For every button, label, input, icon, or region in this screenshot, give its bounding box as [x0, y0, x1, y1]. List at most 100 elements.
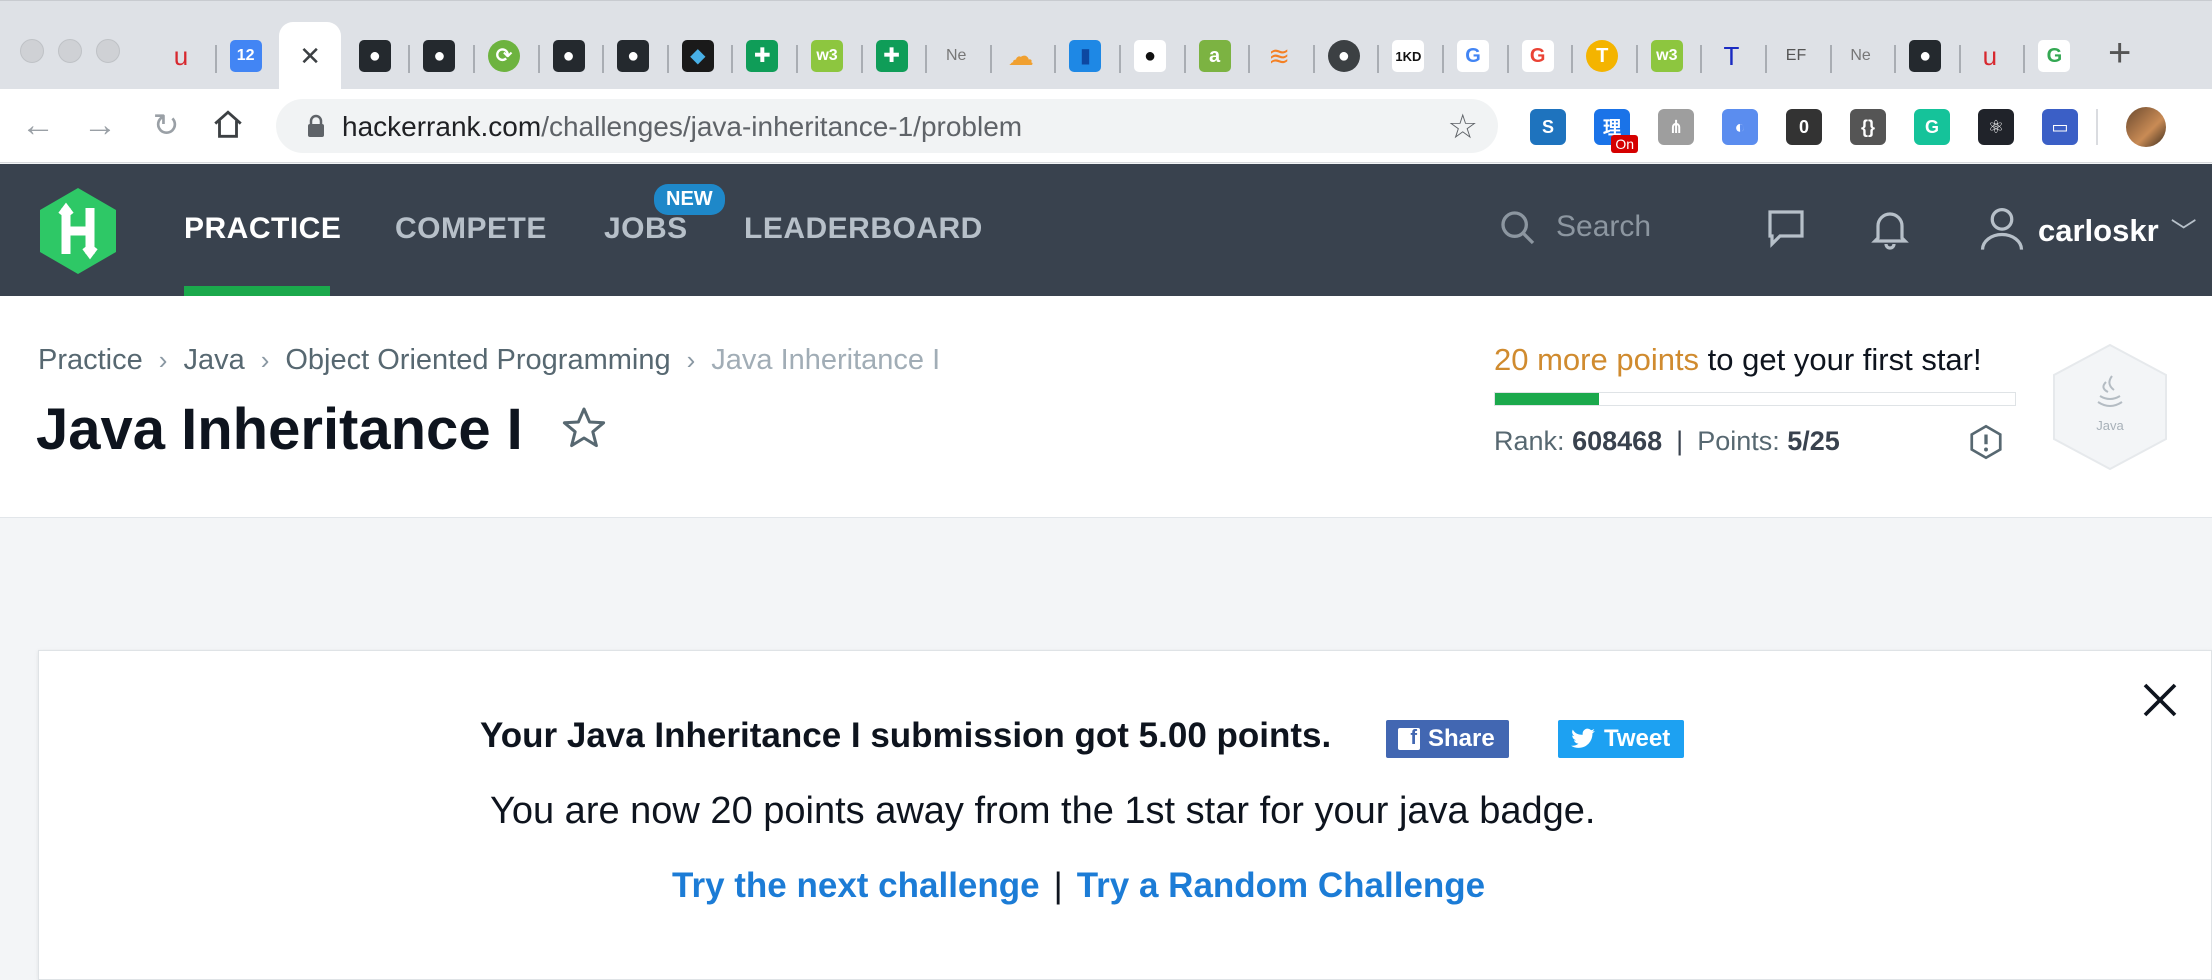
translate-icon: T: [1586, 40, 1619, 72]
browser-tab-strip: u 12 ✕ ● ● ⟳ ● ● ◆ ✚ w3 ✚ Ne ☁ ▮ ● a ≋ ● 1KD G G Tw3 T EF Ne ● u G +: [0, 0, 2212, 90]
active-nav-underline: [184, 286, 330, 296]
back-arrow-icon[interactable]: ←: [18, 105, 58, 145]
twitter-tweet-button[interactable]: Tweet: [1558, 720, 1685, 758]
nav-compete[interactable]: COMPETE: [395, 212, 547, 246]
browser-tab[interactable]: ▮: [1054, 25, 1116, 87]
bookmark-star-icon[interactable]: [560, 404, 608, 452]
browser-tab[interactable]: G: [1506, 25, 1569, 87]
browser-tab[interactable]: w3: [1635, 25, 1698, 87]
challenge-header: Practice › Java › Object Oriented Programmin…: [0, 296, 2212, 518]
messages-icon[interactable]: [1762, 204, 1810, 252]
json-extension-icon[interactable]: {}: [1850, 109, 1886, 145]
card-extension-icon[interactable]: ▭: [2042, 109, 2078, 145]
breadcrumb-chevron-icon: ›: [686, 345, 696, 375]
hackerrank-logo-icon[interactable]: [36, 186, 120, 276]
forward-arrow-icon[interactable]: →: [80, 105, 120, 145]
browser-tab[interactable]: T: [1700, 25, 1762, 87]
user-icon[interactable]: [1976, 202, 2028, 254]
browser-tab[interactable]: 12: [214, 25, 277, 87]
next-challenge-link[interactable]: Try the next challenge: [672, 866, 1040, 905]
circle-extension-icon[interactable]: ◐: [1722, 109, 1758, 145]
google-icon: G: [2038, 40, 2071, 72]
browser-tab[interactable]: 1KD: [1377, 25, 1439, 87]
sheets-icon: ✚: [875, 40, 908, 72]
browser-tab[interactable]: G: [1442, 25, 1504, 87]
close-icon[interactable]: [2140, 680, 2180, 720]
reload-icon[interactable]: ↻: [146, 105, 186, 145]
browser-tab[interactable]: ☁: [989, 25, 1052, 87]
database-icon: ▮: [1069, 40, 1102, 72]
browser-tab[interactable]: ✚: [731, 25, 793, 87]
new-tab-button[interactable]: +: [2108, 33, 2131, 73]
browser-tab[interactable]: ●: [1119, 25, 1181, 87]
profile-avatar[interactable]: [2126, 107, 2166, 147]
zero-extension-icon[interactable]: 0: [1786, 109, 1822, 145]
rank-points: Rank: 608468 | Points: 5/25: [1494, 426, 1840, 457]
tree-extension-icon[interactable]: ⋔: [1658, 109, 1694, 145]
progress-suffix: to get your first star!: [1699, 342, 1982, 377]
nav-leaderboard[interactable]: LEADERBOARD: [744, 212, 983, 246]
browser-tab[interactable]: ≋: [1248, 25, 1310, 87]
address-bar[interactable]: hackerrank.com/challenges/java-inheritan…: [276, 99, 1498, 153]
browser-tab[interactable]: a: [1183, 25, 1246, 87]
window-zoom-button[interactable]: [96, 39, 120, 63]
facebook-share-button[interactable]: f Share: [1386, 720, 1509, 758]
notifications-bell-icon[interactable]: [1866, 204, 1914, 252]
s-extension-icon[interactable]: S: [1530, 109, 1566, 145]
browser-tab[interactable]: Ne: [1829, 25, 1892, 87]
acrobat-icon: u: [173, 41, 189, 71]
browser-tab[interactable]: Ne: [925, 25, 987, 87]
window-minimize-button[interactable]: [58, 39, 82, 63]
on-extension-icon[interactable]: 理 On: [1594, 109, 1638, 153]
browser-toolbar: ← → ↻ hackerrank.com/challenges/java-inh…: [0, 89, 2212, 163]
site-search[interactable]: Search: [1496, 204, 1696, 254]
bookmark-star-icon[interactable]: ☆: [1448, 107, 1478, 147]
github-icon: ●: [1134, 40, 1166, 72]
browser-tab[interactable]: G: [2023, 25, 2085, 87]
points-label: Points:: [1697, 426, 1780, 456]
browser-tab[interactable]: w3: [796, 25, 858, 87]
browser-tab[interactable]: ●: [1312, 25, 1375, 87]
acrobat-icon: u: [1982, 41, 1998, 71]
browser-tab[interactable]: EF: [1765, 25, 1827, 87]
browser-tab[interactable]: ●: [537, 25, 600, 87]
close-tab-icon[interactable]: ✕: [294, 40, 326, 72]
github-icon: ●: [617, 40, 650, 72]
browser-tab-active[interactable]: ✕: [279, 22, 342, 90]
grammarly-icon[interactable]: G: [1914, 109, 1950, 145]
browser-tab[interactable]: ●: [1894, 25, 1956, 87]
github-icon: ●: [1909, 40, 1942, 72]
search-icon: [1501, 211, 1535, 245]
w3schools-icon: w3: [811, 40, 843, 72]
breadcrumb-oop[interactable]: Object Oriented Programming: [285, 344, 670, 377]
browser-tab[interactable]: ●: [408, 25, 470, 87]
google-icon: G: [1521, 40, 1554, 72]
info-alert-icon[interactable]: [1968, 424, 2004, 460]
browser-tab[interactable]: ●: [602, 25, 664, 87]
username-menu[interactable]: carloskr ﹀: [2038, 212, 2197, 249]
browser-tab[interactable]: ✚: [860, 25, 923, 87]
browser-tab[interactable]: u: [150, 25, 212, 87]
breadcrumb-java[interactable]: Java: [183, 344, 244, 377]
browser-tab[interactable]: ◆: [666, 25, 729, 87]
nav-jobs[interactable]: JOBS: [604, 212, 688, 246]
a-icon: a: [1198, 40, 1231, 72]
react-icon[interactable]: ⚛: [1978, 109, 2014, 145]
browser-tab[interactable]: ⟳: [473, 25, 535, 87]
java-badge[interactable]: Java: [2050, 342, 2170, 472]
browser-menu-icon[interactable]: ⋮: [2200, 111, 2212, 141]
points-needed: 20 more points: [1494, 342, 1700, 377]
browser-tab[interactable]: u: [1958, 25, 2021, 87]
nav-practice[interactable]: PRACTICE: [184, 212, 341, 246]
home-icon[interactable]: [208, 105, 248, 145]
browser-tab[interactable]: T: [1571, 25, 1633, 87]
window-close-button[interactable]: [20, 39, 44, 63]
globe-icon: ●: [1327, 40, 1360, 72]
browser-tab[interactable]: ●: [344, 25, 406, 87]
breadcrumb-practice[interactable]: Practice: [38, 344, 143, 377]
toolbar-divider: [2096, 109, 2098, 145]
breadcrumb: Practice › Java › Object Oriented Programmin…: [38, 344, 940, 377]
w3schools-icon: w3: [1650, 40, 1683, 72]
page-title: Java Inheritance I: [36, 397, 523, 462]
random-challenge-link[interactable]: Try a Random Challenge: [1077, 866, 1485, 905]
